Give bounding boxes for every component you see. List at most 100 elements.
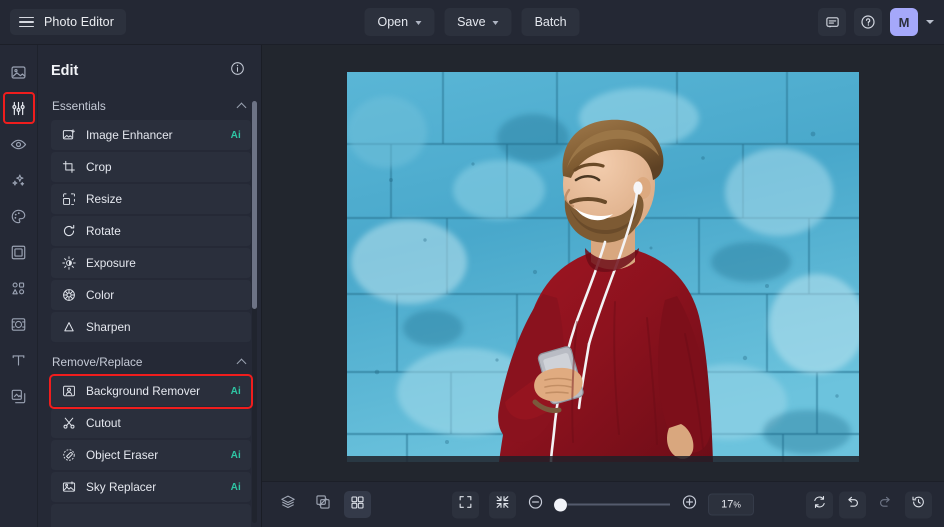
- exposure-sun-icon: [60, 255, 77, 272]
- tool-sky-replacer[interactable]: Sky Replacer Ai: [51, 472, 251, 503]
- layers-button[interactable]: [274, 491, 301, 518]
- chevron-up-icon: [236, 358, 247, 368]
- zoom-slider-knob[interactable]: [554, 498, 567, 511]
- text-t-icon: [10, 352, 27, 369]
- resize-icon: [60, 191, 77, 208]
- tool-label: Color: [86, 288, 115, 302]
- tool-partial[interactable]: [51, 504, 251, 527]
- group-header-essentials[interactable]: Essentials: [51, 93, 251, 120]
- minus-circle-icon: [527, 494, 544, 516]
- layers-stack-icon: [280, 494, 296, 515]
- history-button[interactable]: [905, 491, 932, 518]
- tool-color[interactable]: Color: [51, 280, 251, 311]
- batch-button[interactable]: Batch: [521, 8, 580, 36]
- zoom-level-value[interactable]: 17%: [708, 493, 754, 516]
- photo-image: [347, 72, 859, 462]
- bottom-center-tools: 17%: [452, 491, 754, 518]
- zoom-slider[interactable]: [554, 498, 670, 512]
- zoom-unit: %: [733, 499, 741, 510]
- tool-label: Exposure: [86, 256, 136, 270]
- info-circle-icon[interactable]: [230, 61, 245, 81]
- open-label: Open: [377, 15, 409, 29]
- zoom-number: 17: [721, 498, 734, 511]
- tool-rail: [0, 45, 38, 527]
- image-enhance-icon: [60, 127, 77, 144]
- grid-four-icon: [350, 495, 365, 515]
- save-button[interactable]: Save: [444, 8, 512, 36]
- top-bar: Photo Editor Open Save Batch M: [0, 0, 944, 45]
- sidebar-item-retouch[interactable]: [4, 129, 34, 159]
- photo-editor-app: Photo Editor Open Save Batch M Edit Esse…: [0, 0, 944, 527]
- tool-sharpen[interactable]: Sharpen: [51, 312, 251, 343]
- compare-button[interactable]: [309, 491, 336, 518]
- expand-brackets-icon: [458, 495, 473, 515]
- reset-button[interactable]: [806, 491, 833, 518]
- account-chevron-down-icon[interactable]: [926, 20, 934, 24]
- redo-button[interactable]: [872, 491, 899, 518]
- sidebar-item-focus[interactable]: [4, 309, 34, 339]
- history-clock-icon: [911, 495, 926, 515]
- edit-panel-scroll-area: Essentials Image Enhancer Ai Crop Resize…: [38, 93, 261, 527]
- canvas-viewport[interactable]: [262, 45, 944, 481]
- app-body: Edit Essentials Image Enhancer Ai Crop R…: [0, 45, 944, 527]
- app-menu-button[interactable]: Photo Editor: [10, 9, 126, 35]
- grid-button[interactable]: [344, 491, 371, 518]
- image-icon: [10, 64, 27, 81]
- tool-resize[interactable]: Resize: [51, 184, 251, 215]
- plus-circle-icon: [681, 494, 698, 516]
- tool-crop[interactable]: Crop: [51, 152, 251, 183]
- zoom-slider-track: [554, 503, 670, 506]
- tool-exposure[interactable]: Exposure: [51, 248, 251, 279]
- group-title-essentials: Essentials: [52, 99, 106, 113]
- layers-copy-icon: [10, 388, 27, 405]
- photo-preview[interactable]: [347, 72, 859, 462]
- tool-object-eraser[interactable]: Object Eraser Ai: [51, 440, 251, 471]
- ai-badge: Ai: [230, 129, 241, 141]
- tool-background-remover[interactable]: Background Remover Ai: [49, 374, 253, 409]
- avatar[interactable]: M: [890, 8, 918, 36]
- object-eraser-icon: [60, 447, 77, 464]
- undo-button[interactable]: [839, 491, 866, 518]
- group-header-remove-replace[interactable]: Remove/Replace: [51, 349, 251, 376]
- frame-icon: [10, 244, 27, 261]
- sidebar-item-text[interactable]: [4, 345, 34, 375]
- tool-image-enhancer[interactable]: Image Enhancer Ai: [51, 120, 251, 151]
- panel-scrollbar-thumb[interactable]: [252, 101, 257, 309]
- sky-replacer-icon: [60, 479, 77, 496]
- sidebar-item-shapes[interactable]: [4, 273, 34, 303]
- sidebar-item-effects[interactable]: [4, 165, 34, 195]
- sidebar-item-adjust[interactable]: [2, 92, 35, 124]
- actual-size-button[interactable]: [489, 491, 516, 518]
- tool-rotate[interactable]: Rotate: [51, 216, 251, 247]
- ai-badge: Ai: [230, 481, 241, 493]
- bottom-right-tools: [806, 491, 932, 518]
- edit-panel: Edit Essentials Image Enhancer Ai Crop R…: [38, 45, 262, 527]
- reset-sync-icon: [812, 495, 827, 515]
- sliders-icon: [10, 100, 27, 117]
- fit-screen-button[interactable]: [452, 491, 479, 518]
- app-title: Photo Editor: [44, 15, 114, 29]
- ai-badge: Ai: [230, 449, 241, 461]
- hamburger-icon: [19, 16, 34, 28]
- sharpen-icon: [60, 319, 77, 336]
- open-button[interactable]: Open: [364, 8, 435, 36]
- palette-icon: [10, 208, 27, 225]
- sidebar-item-frame[interactable]: [4, 237, 34, 267]
- ai-badge: Ai: [230, 385, 241, 397]
- top-center-actions: Open Save Batch: [364, 8, 580, 36]
- tool-label: Crop: [86, 160, 112, 174]
- chevron-up-icon: [236, 102, 247, 112]
- redo-arrow-icon: [878, 495, 893, 515]
- sidebar-item-color[interactable]: [4, 201, 34, 231]
- help-button[interactable]: [854, 8, 882, 36]
- focus-frame-icon: [10, 316, 27, 333]
- tool-label: Object Eraser: [86, 448, 159, 462]
- edit-panel-header: Edit: [38, 45, 261, 93]
- tool-cutout[interactable]: Cutout: [51, 408, 251, 439]
- feedback-button[interactable]: [818, 8, 846, 36]
- sidebar-item-image[interactable]: [4, 57, 34, 87]
- zoom-out-button[interactable]: [526, 494, 544, 516]
- zoom-in-button[interactable]: [680, 494, 698, 516]
- sidebar-item-layers[interactable]: [4, 381, 34, 411]
- tool-label: Rotate: [86, 224, 121, 238]
